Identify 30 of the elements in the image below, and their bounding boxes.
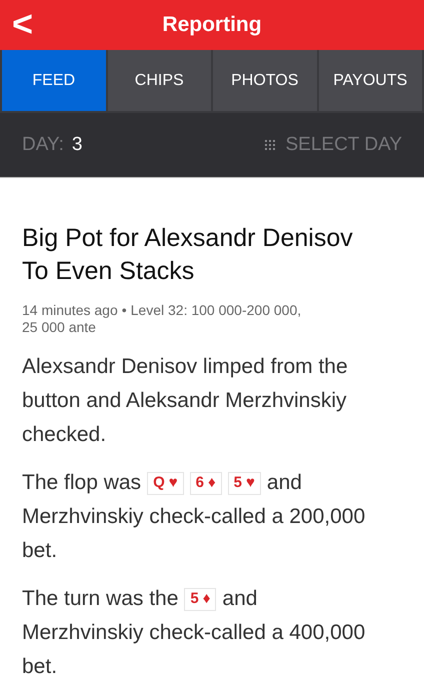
paragraph-text: Merzhvinskiy check-called a 200,000 [22,504,366,530]
paragraph-text: and [222,586,258,612]
tab[interactable]: PAYOUTS [318,50,422,111]
post-title: Big Pot for Alexsandr Denisov [22,223,353,254]
back-button[interactable]: < [8,2,38,46]
paragraph-text: The flop was [22,470,142,496]
paragraph-text: Merzhvinskiy check-called a 400,000 [22,620,366,646]
tab[interactable]: PHOTOS [213,50,316,111]
post-title: To Even Stacks [22,256,194,287]
screen-title: Reporting [162,12,262,38]
separator-dot: • [122,302,127,319]
day-label: DAY: [22,132,64,157]
paragraph-text: checked. [22,422,106,448]
paragraph-text: and [266,470,302,496]
day-value: 3 [72,132,82,157]
paragraph-text: bet. [22,538,58,564]
playing-card: 5 ♥ [228,472,261,494]
tab[interactable]: CHIPS [108,50,211,111]
playing-card: 5 ♦ [184,588,216,610]
post-time: 14 minutes ago [22,302,118,319]
playing-card: 6 ♦ [190,472,222,494]
post-level: Level 32: 100 000-200 000, [130,302,302,319]
playing-card: Q ♥ [147,472,184,494]
paragraph-text: button and Aleksandr Merzhvinskiy [22,388,347,414]
paragraph-text: The turn was the [22,586,178,612]
paragraph-text: bet. [22,654,58,680]
tab[interactable]: FEED [2,50,106,111]
paragraph-text: Alexsandr Denisov limped from the [22,354,348,380]
grid-icon [265,140,276,150]
post-level: 25 000 ante [22,319,96,336]
